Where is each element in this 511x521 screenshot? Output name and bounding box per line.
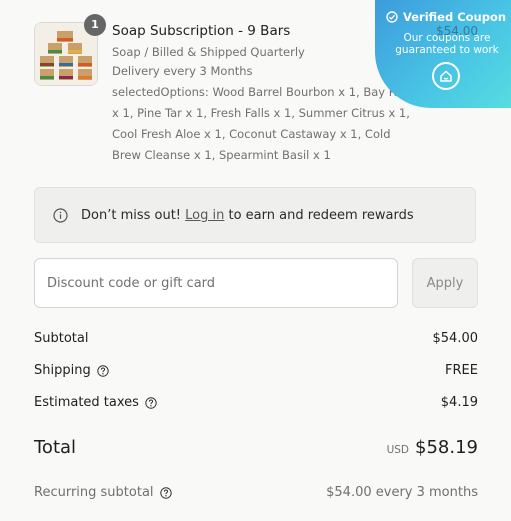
- apply-discount-button[interactable]: Apply: [412, 258, 478, 308]
- help-circle-icon[interactable]: [97, 364, 109, 377]
- coupon-logo-icon[interactable]: [432, 62, 460, 90]
- verified-coupon-widget[interactable]: $54.00 Verified Coupon Our coupons are g…: [375, 0, 511, 108]
- total-row: Total USD $58.19: [34, 437, 478, 458]
- subtotal-value: $54.00: [432, 331, 479, 346]
- info-icon: [53, 207, 68, 223]
- selected-options: selectedOptions: Wood Barrel Bourbon x 1…: [112, 85, 415, 162]
- shipping-value: FREE: [445, 363, 478, 378]
- coupon-subtitle-line2: guaranteed to work: [395, 44, 499, 56]
- rewards-suffix: to earn and redeem rewards: [224, 207, 414, 223]
- taxes-label: Estimated taxes: [34, 395, 139, 410]
- taxes-value: $4.19: [440, 395, 478, 410]
- shipping-row: Shipping FREE: [34, 363, 478, 378]
- login-link[interactable]: Log in: [185, 208, 224, 223]
- rewards-message: Don’t miss out! Log in to earn and redee…: [81, 208, 414, 223]
- check-circle-icon: [386, 11, 398, 23]
- coupon-header: Verified Coupon: [381, 10, 511, 24]
- subtotal-row: Subtotal $54.00: [34, 331, 478, 346]
- subtotal-label: Subtotal: [34, 331, 89, 346]
- recurring-value: $54.00 every 3 months: [326, 485, 478, 500]
- coupon-title: Verified Coupon: [402, 10, 507, 24]
- shipping-label: Shipping: [34, 363, 91, 378]
- quantity-badge: 1: [84, 14, 106, 36]
- recurring-label: Recurring subtotal: [34, 485, 154, 500]
- product-thumbnail: 1: [34, 14, 106, 86]
- recurring-subtotal-row: Recurring subtotal $54.00 every 3 months: [34, 485, 478, 500]
- total-label: Total: [34, 437, 77, 458]
- discount-code-input[interactable]: [34, 258, 398, 308]
- rewards-banner: Don’t miss out! Log in to earn and redee…: [34, 187, 476, 243]
- taxes-row: Estimated taxes $4.19: [34, 395, 478, 410]
- currency-code: USD: [386, 444, 410, 456]
- help-circle-icon[interactable]: [145, 396, 157, 409]
- total-value: $58.19: [415, 437, 478, 458]
- rewards-prefix: Don’t miss out!: [81, 207, 186, 223]
- help-circle-icon[interactable]: [159, 486, 172, 499]
- coupon-ghost-price: $54.00: [436, 24, 478, 38]
